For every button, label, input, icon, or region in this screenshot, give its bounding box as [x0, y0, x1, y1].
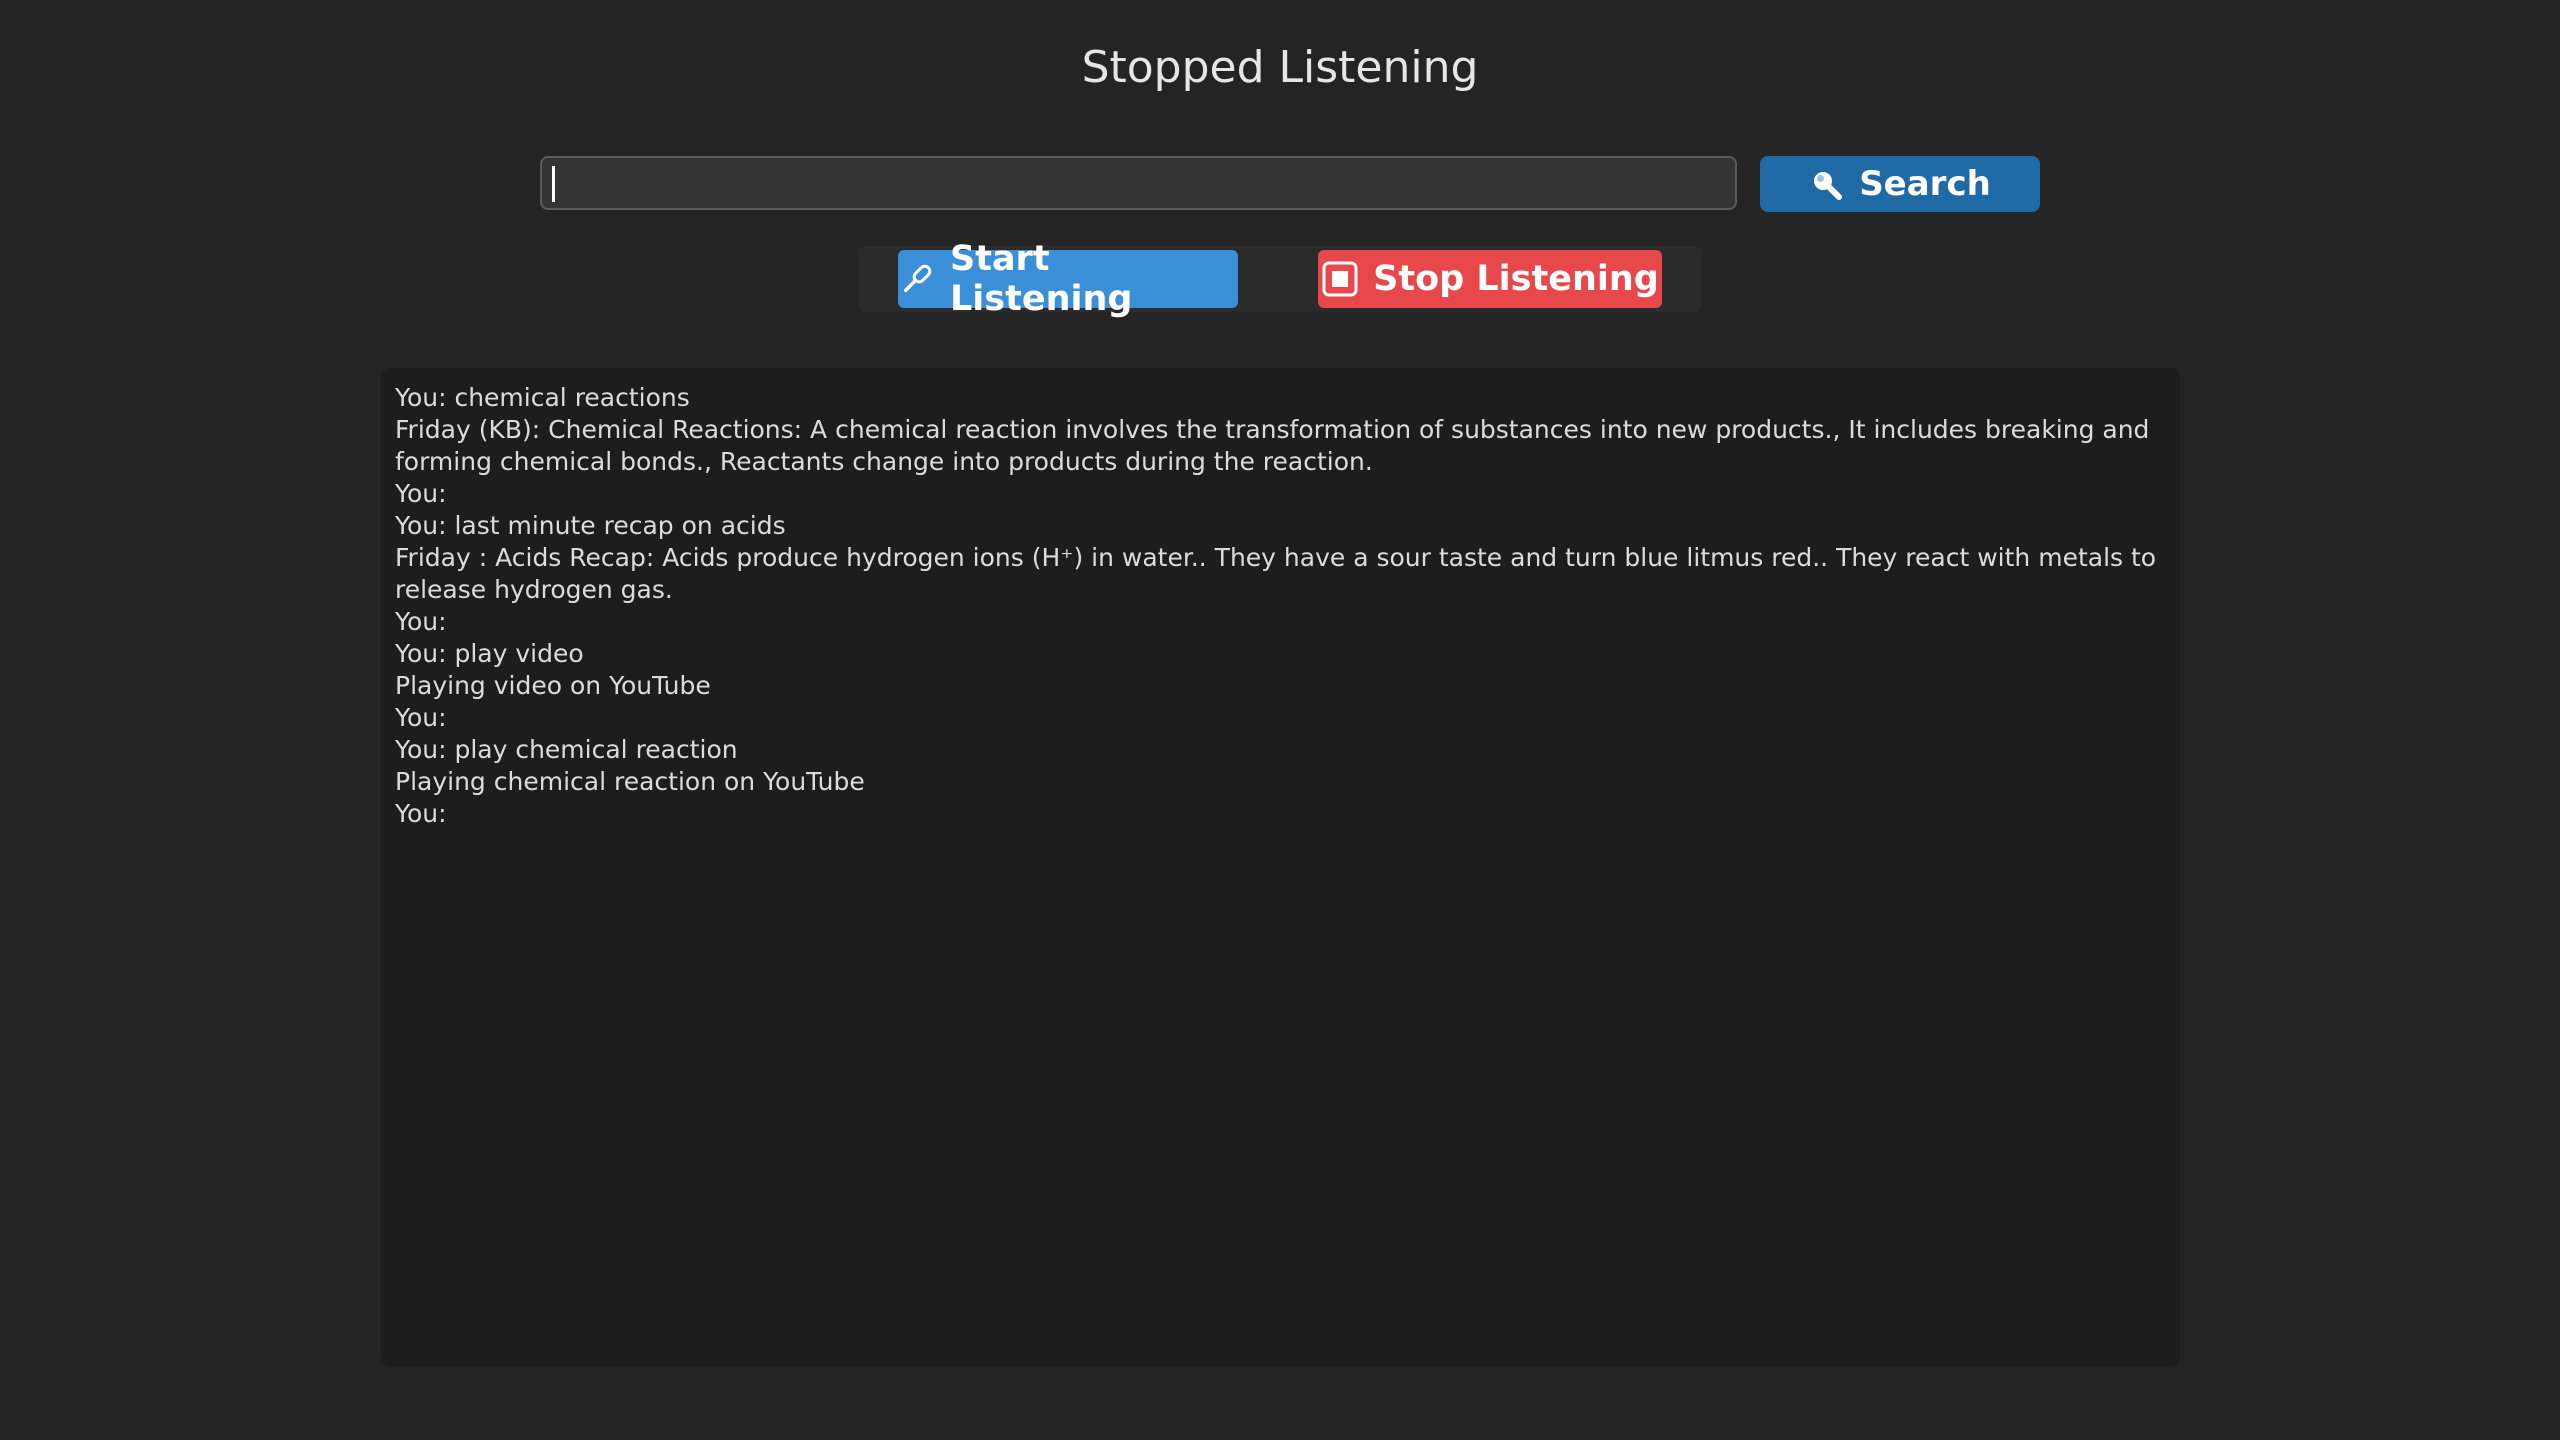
transcript-line: You: play video [395, 639, 584, 668]
transcript-line: You: [395, 799, 447, 828]
search-icon [1809, 167, 1843, 201]
transcript-textbox[interactable]: You: chemical reactions Friday (KB): Che… [381, 368, 2180, 1366]
search-button-label: Search [1859, 164, 1991, 204]
transcript-line: Playing chemical reaction on YouTube [395, 767, 865, 796]
transcript-line: You: play chemical reaction [395, 735, 738, 764]
transcript-line: Friday (KB): Chemical Reactions: A chemi… [395, 415, 2158, 476]
app-window: Stopped Listening Search Start Listening [0, 0, 2560, 1440]
start-listening-button[interactable]: Start Listening [898, 239, 1238, 319]
transcript-line: You: [395, 703, 447, 732]
transcript-line: You: [395, 607, 447, 636]
text-caret [552, 166, 555, 202]
stop-listening-button[interactable]: Stop Listening [1318, 250, 1662, 308]
stop-icon [1321, 260, 1359, 298]
microphone-icon [898, 260, 936, 298]
transcript-line: You: last minute recap on acids [395, 511, 786, 540]
transcript-line: You: [395, 479, 447, 508]
search-input[interactable] [540, 156, 1737, 210]
transcript-line: Playing video on YouTube [395, 671, 711, 700]
transcript-line: You: chemical reactions [395, 383, 690, 412]
start-listening-label: Start Listening [950, 239, 1133, 319]
transcript-line: Friday : Acids Recap: Acids produce hydr… [395, 543, 2165, 604]
status-title: Stopped Listening [1081, 42, 1479, 93]
stop-listening-label: Stop Listening [1373, 259, 1659, 299]
search-button[interactable]: Search [1760, 156, 2040, 212]
